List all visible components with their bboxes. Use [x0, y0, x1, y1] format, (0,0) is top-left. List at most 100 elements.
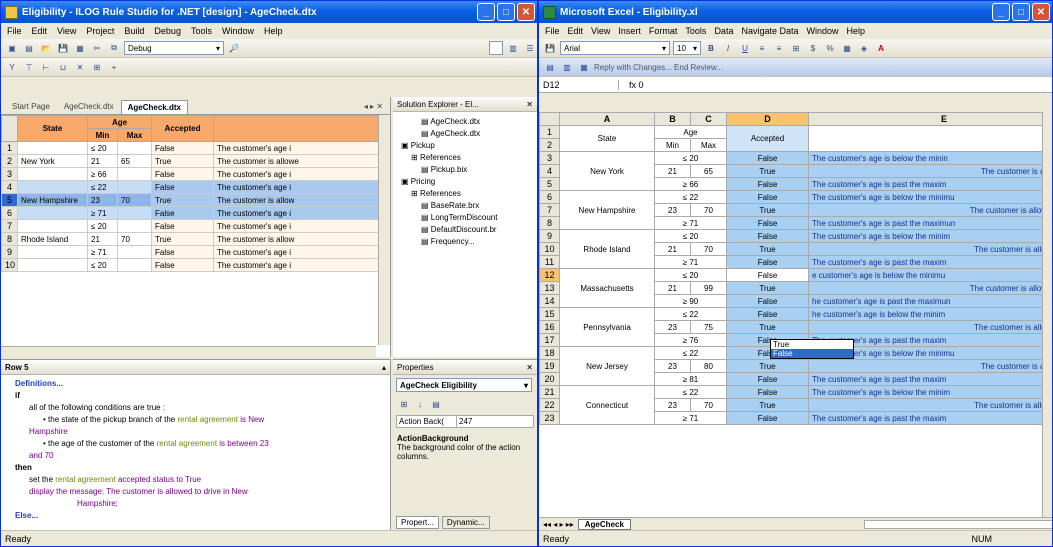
message-cell[interactable]: The customer is allow — [213, 193, 382, 207]
bold-icon[interactable]: B — [704, 41, 718, 55]
worksheet-row[interactable]: 9 Rhode Island ≤ 20 False The customer's age… — [539, 229, 1052, 269]
accepted-cell[interactable]: False — [726, 151, 809, 165]
italic-icon[interactable]: I — [721, 41, 735, 55]
message-cell[interactable]: he customer's age is past the maximun — [808, 294, 1052, 308]
message-cell[interactable]: The customer is allowe — [213, 154, 382, 168]
max-cell[interactable]: 75 — [690, 320, 727, 334]
row-number[interactable]: 10 — [1, 258, 18, 272]
message-cell[interactable]: The customer's age is past the maxim — [808, 372, 1052, 386]
message-cell[interactable]: The customer is allowed to d — [808, 242, 1052, 256]
message-cell[interactable]: The customer's age is past the maximun — [808, 216, 1052, 230]
property-pages-icon[interactable]: ▤ — [429, 397, 443, 411]
message-cell[interactable]: The customer is allowed to d — [808, 398, 1052, 412]
state-cell[interactable] — [17, 167, 88, 181]
max-cell[interactable]: 70 — [117, 193, 152, 207]
message-cell[interactable]: The customer's age i — [213, 167, 382, 181]
worksheet-row[interactable]: 6 New Hampshire ≤ 22 False The customer's ag… — [539, 190, 1052, 230]
row-header[interactable]: 11 — [539, 255, 560, 269]
formula-input[interactable]: fx 0 — [619, 80, 644, 90]
vertical-scrollbar[interactable] — [378, 115, 390, 345]
accepted-cell[interactable]: False — [151, 141, 214, 155]
dropdown-option-true[interactable]: True — [771, 340, 853, 349]
min-cell[interactable]: 23 — [87, 193, 118, 207]
age-bound-cell[interactable]: ≥ 71 — [654, 216, 727, 230]
row-header[interactable]: 7 — [539, 203, 560, 217]
tree-item[interactable]: ▤ AgeCheck.dtx — [401, 116, 535, 128]
tree-item[interactable]: ▤ Pickup.bix — [401, 164, 535, 176]
age-bound-cell[interactable]: ≤ 20 — [654, 151, 727, 165]
max-cell[interactable] — [117, 258, 152, 272]
name-box[interactable]: D12 — [539, 79, 619, 90]
max-cell[interactable]: 70 — [690, 398, 727, 412]
max-cell[interactable] — [117, 245, 152, 259]
message-cell[interactable]: The customer is allowed to — [808, 359, 1052, 373]
column-header-b[interactable]: B — [654, 112, 691, 126]
accepted-cell[interactable]: True — [151, 193, 214, 207]
maximize-button[interactable]: □ — [497, 3, 515, 21]
new-project-icon[interactable]: ▣ — [5, 41, 19, 55]
message-cell[interactable]: The customer's age is below the minimu — [808, 190, 1052, 204]
row-header[interactable]: 5 — [539, 177, 560, 191]
age-bound-cell[interactable]: ≤ 20 — [654, 229, 727, 243]
row-header[interactable]: 14 — [539, 294, 560, 308]
close-pane-icon[interactable]: ✕ — [526, 100, 533, 109]
row-number[interactable]: 4 — [1, 180, 18, 194]
menu-file[interactable]: File — [7, 26, 22, 36]
state-cell[interactable]: Pennsylvania — [559, 307, 655, 347]
min-column-header[interactable]: Min — [87, 128, 118, 142]
state-cell[interactable]: Rhode Island — [559, 229, 655, 269]
max-cell[interactable]: 70 — [117, 232, 152, 246]
accepted-cell[interactable]: True — [726, 320, 809, 334]
min-cell[interactable]: ≥ 66 — [87, 167, 118, 181]
tree-item[interactable]: ▣ Pickup — [401, 140, 535, 152]
menu-tools[interactable]: Tools — [685, 26, 706, 36]
add-icon[interactable]: + — [107, 60, 121, 74]
row-header[interactable]: 3 — [539, 151, 560, 165]
message-cell[interactable]: The customer is allowed to — [808, 164, 1052, 178]
row-number[interactable]: 6 — [1, 206, 18, 220]
age-column-header[interactable]: Age — [87, 115, 152, 129]
tree-item[interactable]: ▤ DefaultDiscount.br — [401, 224, 535, 236]
accepted-cell[interactable]: True — [151, 154, 214, 168]
row-header[interactable]: 6 — [539, 190, 560, 204]
accepted-cell[interactable]: False — [726, 411, 809, 425]
accepted-cell[interactable]: False — [726, 294, 809, 308]
max-cell[interactable]: 70 — [690, 242, 727, 256]
column-header-a[interactable]: A — [559, 112, 655, 126]
solution-explorer-icon[interactable]: ▥ — [506, 41, 520, 55]
font-combo[interactable]: Arial ▾ — [560, 41, 670, 55]
state-cell[interactable]: New York — [17, 154, 88, 168]
age-bound-cell[interactable]: ≥ 71 — [654, 255, 727, 269]
message-cell[interactable]: The customer's age i — [213, 206, 382, 220]
table-row[interactable]: 3 ≥ 66 False The customer's age i — [1, 167, 382, 181]
min-cell[interactable]: 21 — [654, 242, 691, 256]
menu-navigate-data[interactable]: Navigate Data — [741, 26, 798, 36]
state-cell[interactable]: New Hampshire — [559, 190, 655, 230]
row-header[interactable]: 21 — [539, 385, 560, 399]
message-cell[interactable]: The customer's age is past the maxim — [808, 177, 1052, 191]
message-cell[interactable]: The customer is allowed to dri — [808, 203, 1052, 217]
solution-config-combo[interactable]: Debug ▾ — [124, 41, 224, 55]
accepted-cell[interactable]: True — [726, 242, 809, 256]
close-button[interactable]: ✕ — [1032, 3, 1050, 21]
close-pane-icon[interactable]: ✕ — [526, 363, 533, 372]
header-message-cell[interactable]: Message — [808, 125, 1052, 152]
message-cell[interactable]: The customer is allowed to dri — [808, 281, 1052, 295]
tab-agecheck-1[interactable]: AgeCheck.dtx — [57, 99, 121, 114]
filter-icon[interactable]: Y — [5, 60, 19, 74]
row-header[interactable]: 8 — [539, 216, 560, 230]
accepted-cell[interactable]: False — [726, 372, 809, 386]
row-header[interactable]: 18 — [539, 346, 560, 360]
tree-item[interactable]: ▤ LongTermDiscount — [401, 212, 535, 224]
worksheet-row[interactable]: 15 Pennsylvania ≤ 22 False he customer's age… — [539, 307, 1052, 347]
min-cell[interactable]: ≤ 20 — [87, 141, 118, 155]
save-icon[interactable]: 💾 — [56, 41, 70, 55]
insert-row-icon[interactable]: ⊤ — [22, 60, 36, 74]
review-icon-2[interactable]: ▥ — [560, 60, 574, 74]
max-cell[interactable]: 99 — [690, 281, 727, 295]
menu-edit[interactable]: Edit — [568, 26, 584, 36]
header-accepted-cell[interactable]: Accepted — [726, 125, 809, 152]
reviewing-text[interactable]: Reply with Changes... End Review... — [594, 63, 723, 72]
accepted-cell[interactable]: False — [726, 177, 809, 191]
accepted-cell[interactable]: False — [726, 268, 809, 282]
